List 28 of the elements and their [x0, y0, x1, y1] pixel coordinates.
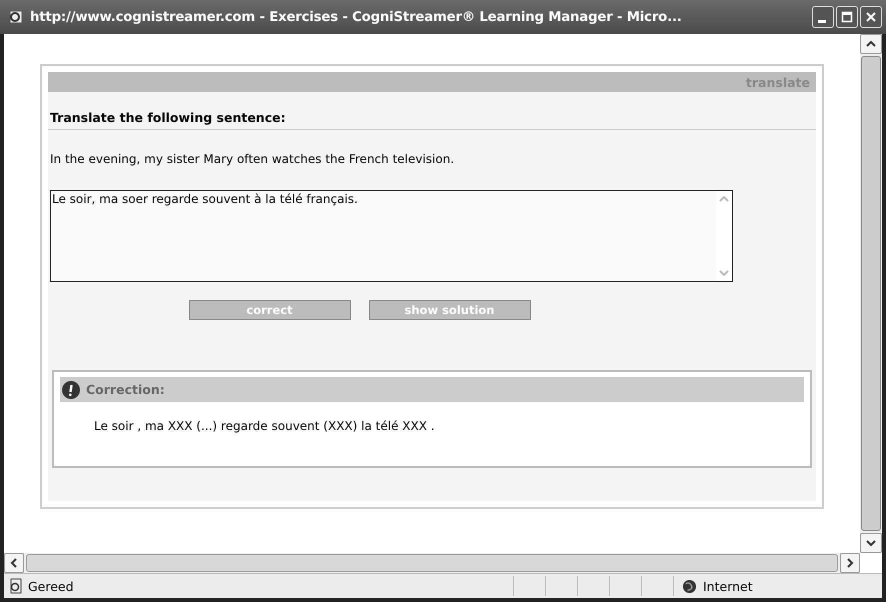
window-title: http://www.cognistreamer.com - Exercises - CogniStreamer® Learning Manager - Micro... [30, 10, 683, 24]
maximize-button[interactable] [836, 6, 858, 28]
scroll-down-button[interactable] [860, 533, 882, 553]
source-sentence: In the evening, my sister Mary often watches the French television. [49, 151, 456, 166]
minimize-button[interactable] [812, 6, 834, 28]
instruction-heading: Translate the following sentence: [48, 92, 816, 130]
action-button[interactable]: correct [188, 300, 350, 320]
caret-down-icon [866, 539, 876, 547]
action-button[interactable]: show solution [368, 300, 530, 320]
caret-right-icon [846, 558, 854, 568]
close-icon [864, 10, 878, 24]
caret-up-icon [866, 40, 876, 48]
answer-field[interactable]: Le soir, ma soer regarde souvent à la télé français. [50, 190, 733, 282]
close-button[interactable] [860, 6, 882, 28]
correction-title: Correction: [86, 382, 165, 397]
security-zone: Internet [703, 578, 753, 594]
scroll-left-button[interactable] [4, 553, 24, 573]
minimize-icon [818, 20, 826, 22]
status-text: Gereed [28, 578, 74, 594]
page-icon [8, 578, 24, 594]
globe-icon [682, 578, 697, 594]
caret-left-icon [10, 558, 18, 568]
page-icon [8, 9, 24, 25]
maximize-icon [840, 10, 854, 24]
scroll-up-button[interactable] [860, 34, 882, 54]
exclamation-icon [62, 380, 80, 398]
scroll-right-button[interactable] [840, 553, 860, 573]
correction-text: Le soir , ma XXX (...) regarde souvent (XXX) la télé XXX . [93, 418, 436, 433]
